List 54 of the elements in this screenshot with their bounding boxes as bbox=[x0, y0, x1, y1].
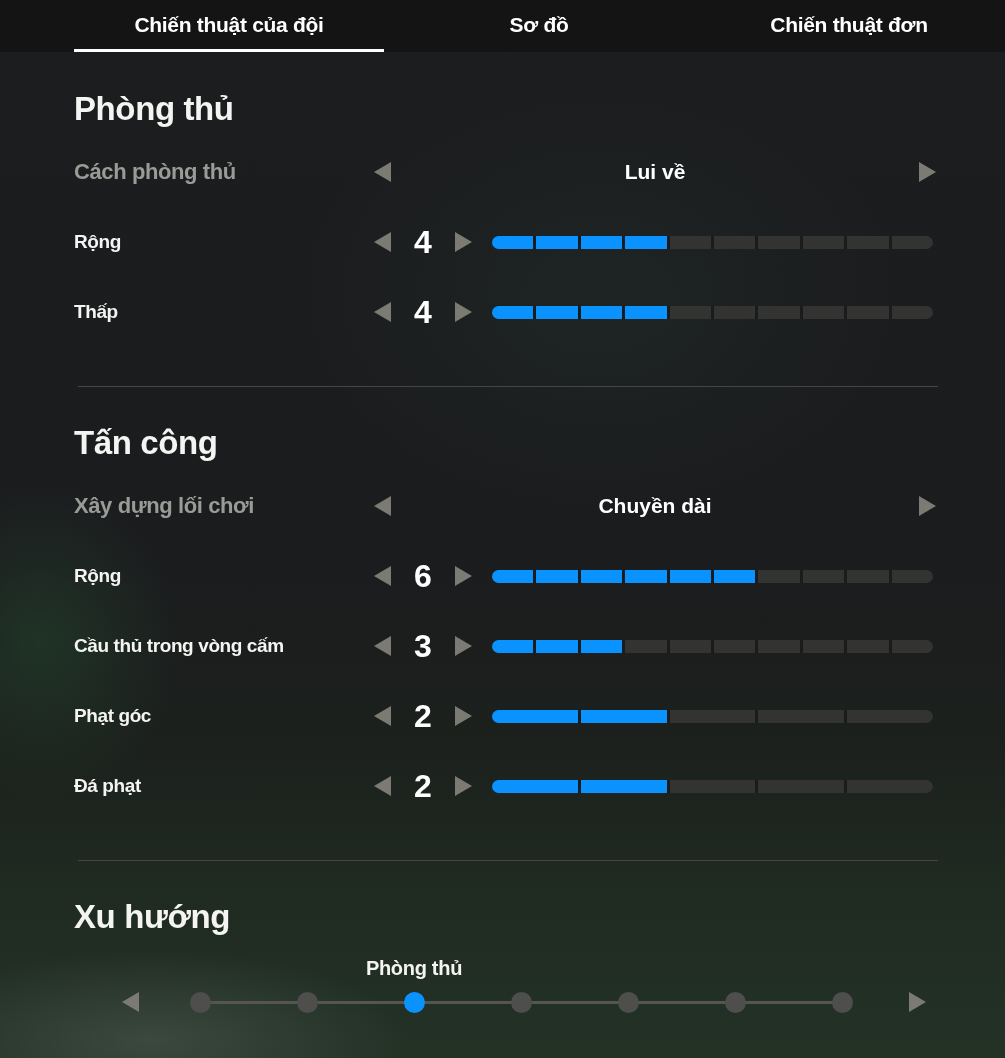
setting-label: Xây dựng lối chơi bbox=[74, 493, 256, 519]
setting-value: 4 bbox=[413, 224, 433, 260]
setting-label: Đá phạt bbox=[74, 775, 142, 797]
setting-value: 2 bbox=[413, 768, 433, 804]
section-title: Tấn công bbox=[74, 423, 219, 463]
step-dot[interactable] bbox=[617, 991, 639, 1013]
option-value: Chuyền dài bbox=[597, 494, 713, 518]
left-arrow-icon[interactable] bbox=[374, 706, 391, 726]
slider-track[interactable] bbox=[492, 639, 933, 653]
slider-track[interactable] bbox=[492, 709, 933, 723]
left-arrow-icon[interactable] bbox=[374, 636, 391, 656]
right-arrow-icon[interactable] bbox=[455, 232, 472, 252]
setting-label: Phạt góc bbox=[74, 705, 153, 727]
left-arrow-icon[interactable] bbox=[374, 566, 391, 586]
left-arrow-icon[interactable] bbox=[374, 496, 391, 516]
right-arrow-icon[interactable] bbox=[455, 776, 472, 796]
setting-label: Cầu thủ trong vòng cấm bbox=[74, 635, 285, 657]
step-dot[interactable] bbox=[189, 991, 211, 1013]
tab[interactable]: Chiến thuật đơn bbox=[694, 0, 1004, 52]
right-arrow-icon[interactable] bbox=[909, 992, 926, 1012]
setting-label: Rộng bbox=[74, 565, 122, 587]
left-arrow-icon[interactable] bbox=[374, 232, 391, 252]
right-arrow-icon[interactable] bbox=[455, 706, 472, 726]
step-label: Phòng thủ bbox=[365, 956, 463, 980]
setting-label: Cách phòng thủ bbox=[74, 159, 237, 185]
slider-track[interactable] bbox=[492, 779, 933, 793]
tab[interactable]: Sơ đồ bbox=[384, 0, 694, 52]
left-arrow-icon[interactable] bbox=[374, 302, 391, 322]
slider-track[interactable] bbox=[492, 235, 933, 249]
setting-label: Thấp bbox=[74, 301, 119, 323]
right-arrow-icon[interactable] bbox=[919, 496, 936, 516]
right-arrow-icon[interactable] bbox=[455, 636, 472, 656]
step-dot[interactable] bbox=[510, 991, 532, 1013]
setting-value: 2 bbox=[413, 698, 433, 734]
right-arrow-icon[interactable] bbox=[919, 162, 936, 182]
step-dot[interactable] bbox=[831, 991, 853, 1013]
setting-label: Rộng bbox=[74, 231, 122, 253]
setting-value: 6 bbox=[413, 558, 433, 594]
left-arrow-icon[interactable] bbox=[122, 992, 139, 1012]
option-value: Lui về bbox=[623, 160, 687, 184]
section-title: Xu hướng bbox=[74, 897, 231, 937]
left-arrow-icon[interactable] bbox=[374, 162, 391, 182]
section-title: Phòng thủ bbox=[74, 89, 235, 129]
right-arrow-icon[interactable] bbox=[455, 566, 472, 586]
setting-value: 4 bbox=[413, 294, 433, 330]
step-dot[interactable] bbox=[296, 991, 318, 1013]
step-dot[interactable] bbox=[403, 991, 425, 1013]
setting-value: 3 bbox=[413, 628, 433, 664]
slider-track[interactable] bbox=[492, 305, 933, 319]
tab[interactable]: Chiến thuật của đội bbox=[74, 0, 384, 52]
left-arrow-icon[interactable] bbox=[374, 776, 391, 796]
right-arrow-icon[interactable] bbox=[455, 302, 472, 322]
step-dot[interactable] bbox=[724, 991, 746, 1013]
slider-track[interactable] bbox=[492, 569, 933, 583]
